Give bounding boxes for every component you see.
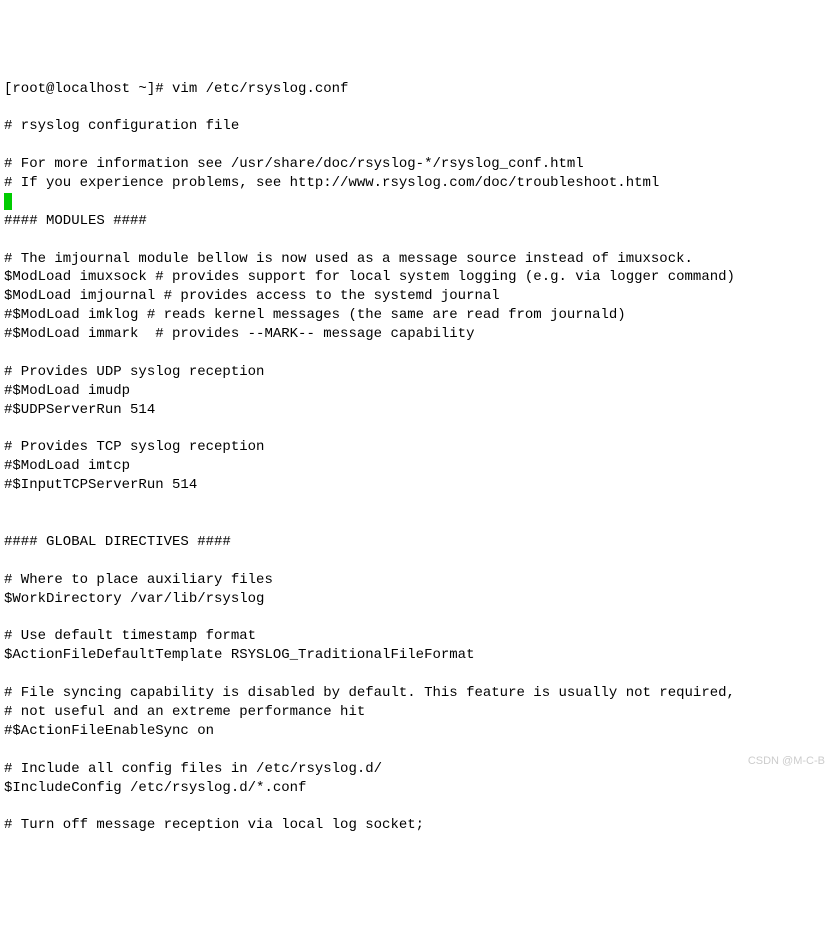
terminal-line	[4, 231, 831, 250]
terminal-line	[4, 420, 831, 439]
terminal-line: #$ActionFileEnableSync on	[4, 722, 831, 741]
terminal-line	[4, 741, 831, 760]
terminal-line	[4, 609, 831, 628]
terminal-line: # Include all config files in /etc/rsysl…	[4, 760, 831, 779]
terminal-line: #$ModLoad imklog # reads kernel messages…	[4, 306, 831, 325]
terminal-line: $ModLoad imjournal # provides access to …	[4, 287, 831, 306]
terminal-line	[4, 797, 831, 816]
terminal-line: #### GLOBAL DIRECTIVES ####	[4, 533, 831, 552]
terminal-line: $WorkDirectory /var/lib/rsyslog	[4, 590, 831, 609]
terminal-line: #$InputTCPServerRun 514	[4, 476, 831, 495]
terminal-line: # Turn off message reception via local l…	[4, 816, 831, 835]
terminal-line: $ActionFileDefaultTemplate RSYSLOG_Tradi…	[4, 646, 831, 665]
terminal-line	[4, 98, 831, 117]
terminal-line: # The imjournal module bellow is now use…	[4, 250, 831, 269]
cursor-block	[4, 193, 12, 210]
terminal-line	[4, 552, 831, 571]
terminal-line: # Where to place auxiliary files	[4, 571, 831, 590]
terminal-line	[4, 665, 831, 684]
terminal-line: # not useful and an extreme performance …	[4, 703, 831, 722]
terminal-output[interactable]: [root@localhost ~]# vim /etc/rsyslog.con…	[4, 80, 831, 836]
terminal-line: # Use default timestamp format	[4, 627, 831, 646]
terminal-line: #### MODULES ####	[4, 212, 831, 231]
terminal-line: $ModLoad imuxsock # provides support for…	[4, 268, 831, 287]
terminal-line: # If you experience problems, see http:/…	[4, 174, 831, 193]
terminal-line	[4, 193, 831, 212]
terminal-line: #$ModLoad imudp	[4, 382, 831, 401]
terminal-line: #$ModLoad imtcp	[4, 457, 831, 476]
terminal-line: #$UDPServerRun 514	[4, 401, 831, 420]
terminal-line: [root@localhost ~]# vim /etc/rsyslog.con…	[4, 80, 831, 99]
watermark-text: CSDN @M-C-B	[748, 754, 825, 769]
terminal-line	[4, 136, 831, 155]
terminal-line: # Provides UDP syslog reception	[4, 363, 831, 382]
terminal-line: # Provides TCP syslog reception	[4, 438, 831, 457]
terminal-line: #$ModLoad immark # provides --MARK-- mes…	[4, 325, 831, 344]
terminal-line: # For more information see /usr/share/do…	[4, 155, 831, 174]
terminal-line: # rsyslog configuration file	[4, 117, 831, 136]
terminal-line: # File syncing capability is disabled by…	[4, 684, 831, 703]
terminal-line	[4, 495, 831, 514]
terminal-line: $IncludeConfig /etc/rsyslog.d/*.conf	[4, 779, 831, 798]
terminal-line	[4, 344, 831, 363]
terminal-line	[4, 514, 831, 533]
